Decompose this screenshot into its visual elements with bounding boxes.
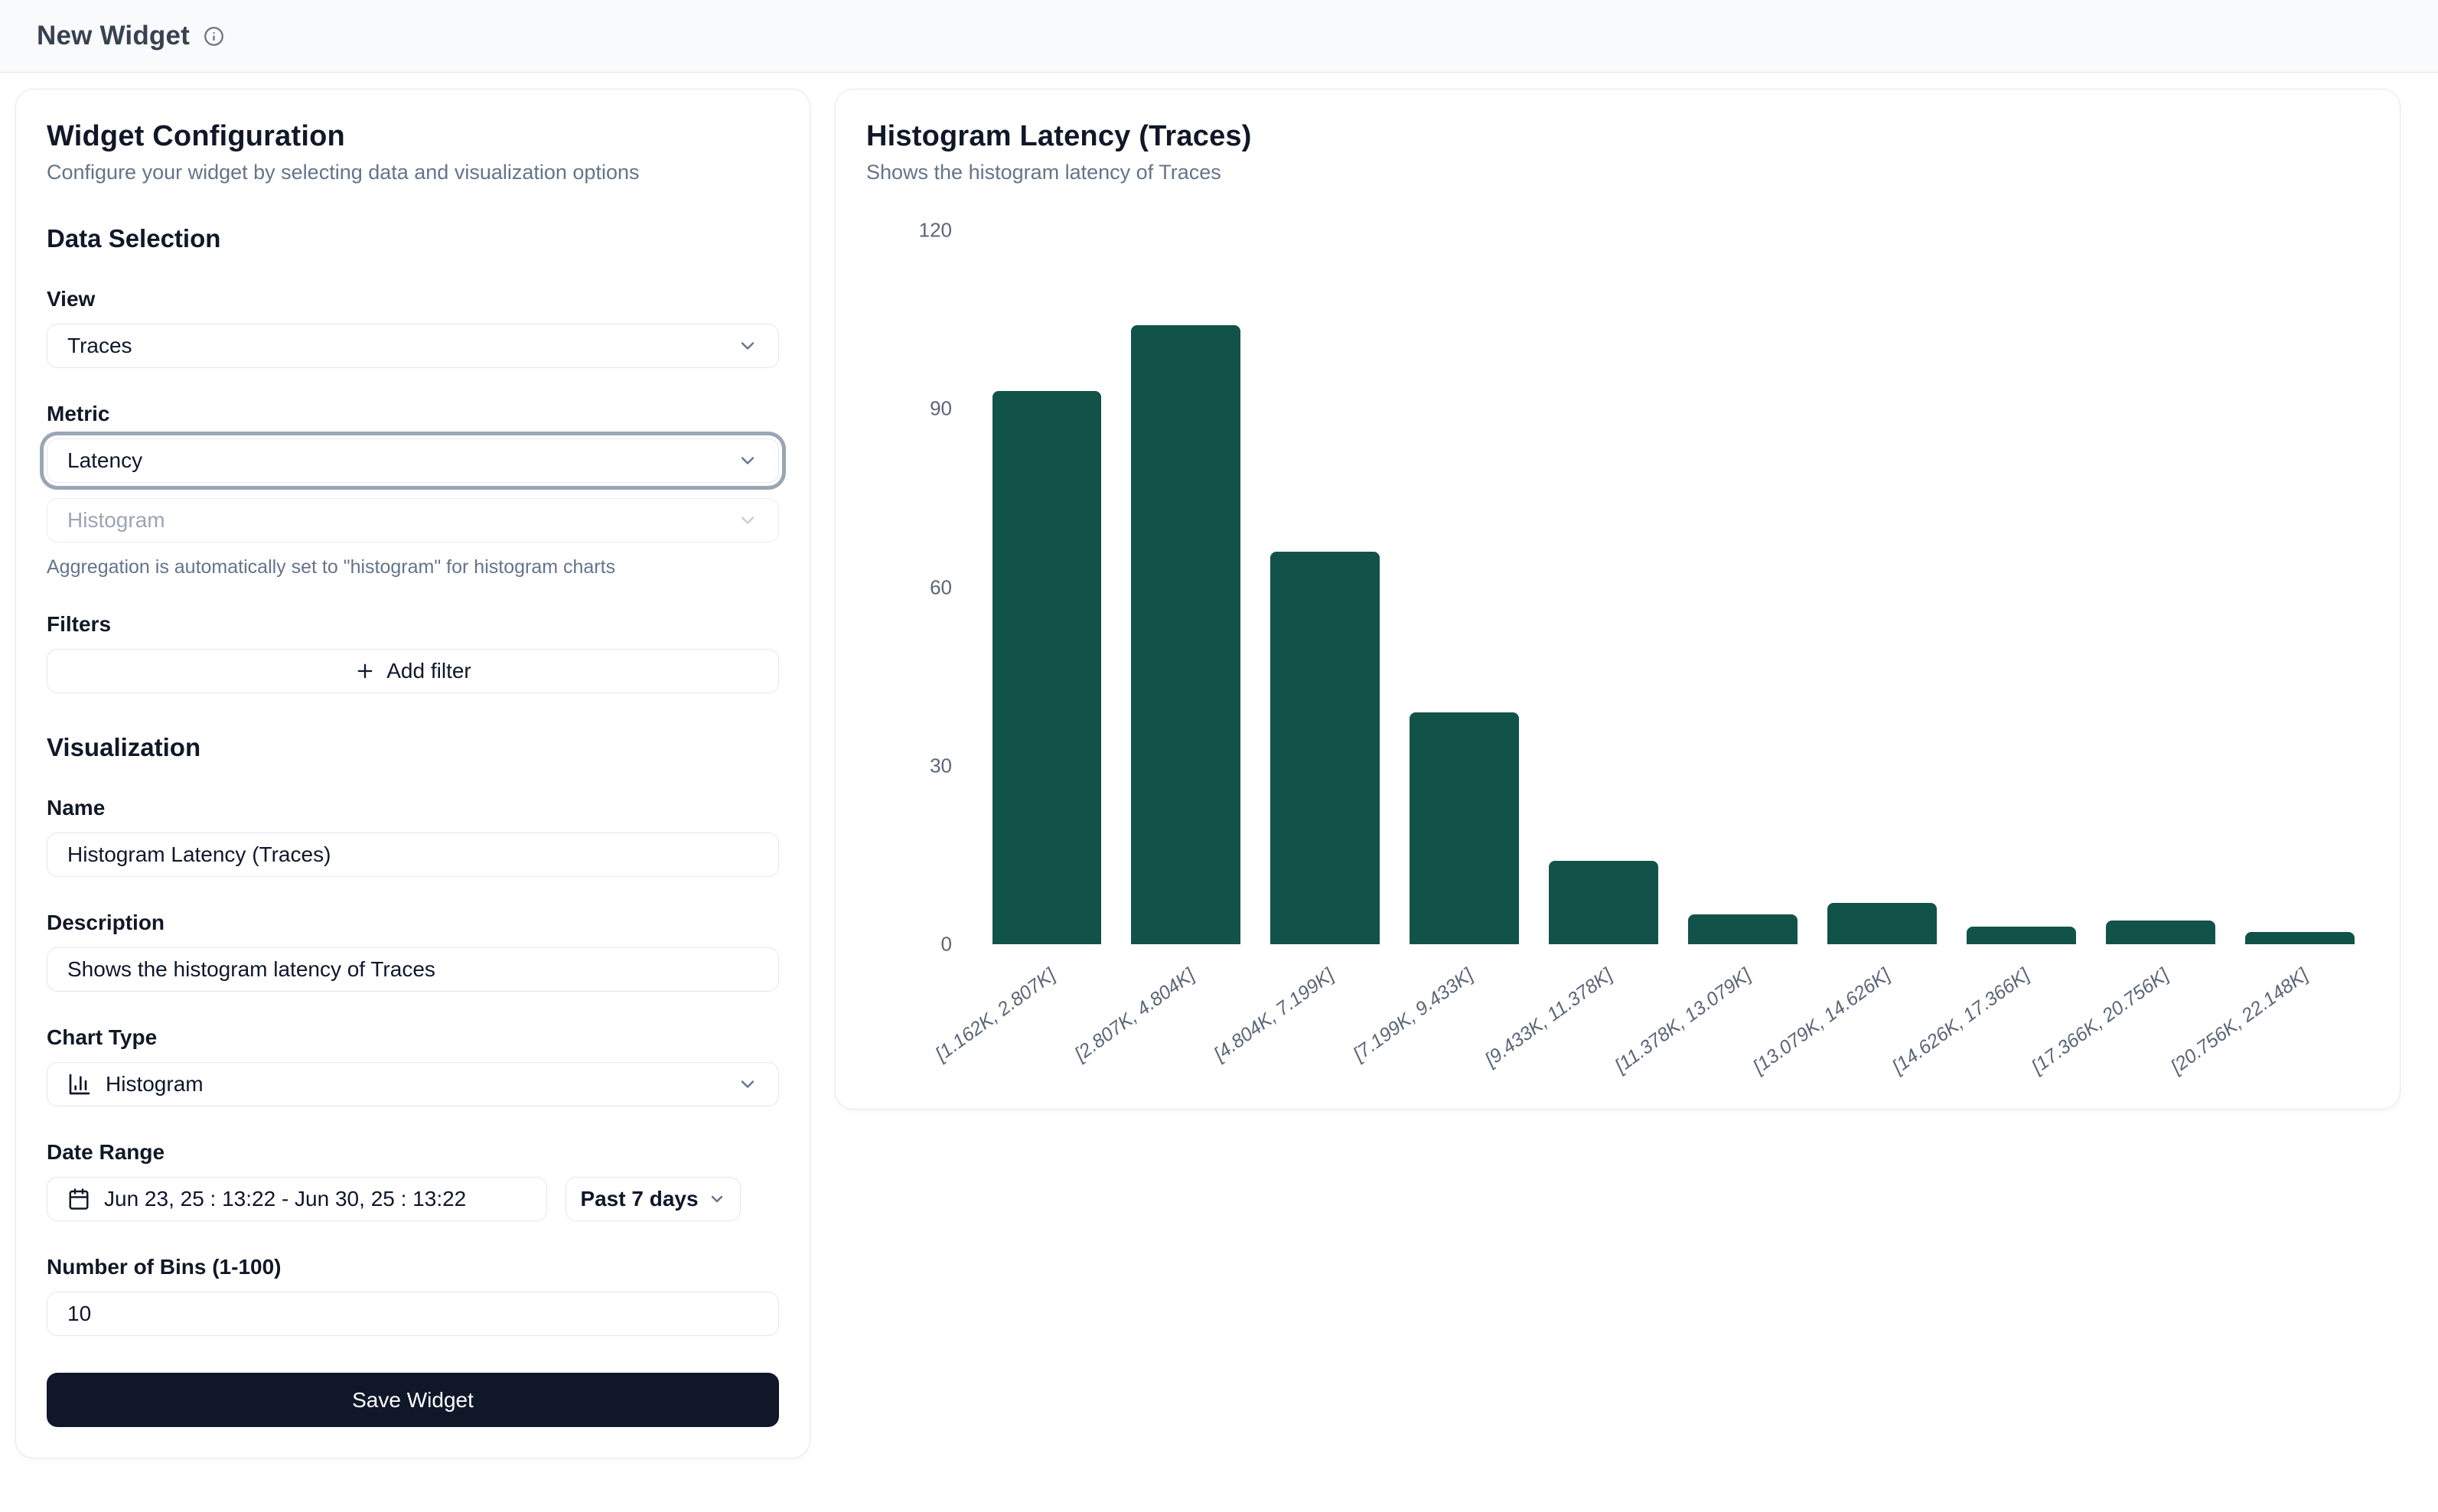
histogram-bar: [2245, 932, 2355, 944]
histogram-bar: [1131, 325, 1240, 944]
y-axis-tick: 120: [919, 219, 952, 243]
preview-card-title: Histogram Latency (Traces): [866, 120, 2369, 153]
view-select[interactable]: Traces: [47, 324, 779, 368]
y-axis-tick: 30: [930, 754, 952, 777]
x-axis-tick: [4.804K, 7.199K]: [1210, 964, 1338, 1066]
plus-icon: [354, 660, 376, 682]
bar-slot: [1674, 230, 1813, 944]
histogram-bar: [1827, 903, 1937, 944]
data-selection-heading: Data Selection: [47, 224, 779, 253]
plot-area: [977, 230, 2369, 944]
y-axis-tick: 0: [941, 933, 952, 956]
bar-chart-icon: [67, 1072, 92, 1097]
bar-slot: [1395, 230, 1534, 944]
calendar-icon: [67, 1188, 90, 1211]
metric-select[interactable]: Latency: [47, 438, 779, 483]
date-preset-button[interactable]: Past 7 days: [565, 1177, 741, 1221]
y-axis-tick: 60: [930, 575, 952, 599]
name-input-value: Histogram Latency (Traces): [67, 842, 758, 867]
histogram-bar: [1967, 927, 2076, 944]
add-filter-button[interactable]: Add filter: [47, 649, 779, 693]
date-preset-value: Past 7 days: [580, 1187, 698, 1211]
description-label: Description: [47, 911, 779, 935]
chart-type-label: Chart Type: [47, 1025, 779, 1050]
bar-slot: [1256, 230, 1395, 944]
date-range-button[interactable]: Jun 23, 25 : 13:22 - Jun 30, 25 : 13:22: [47, 1177, 547, 1221]
chevron-down-icon: [708, 1190, 726, 1208]
x-axis-tick: [9.433K, 11.378K]: [1481, 964, 1616, 1071]
chart-type-select[interactable]: Histogram: [47, 1062, 779, 1106]
bar-slot: [1534, 230, 1674, 944]
y-axis: 0306090120: [866, 230, 952, 944]
histogram-chart: 0306090120 [1.162K, 2.807K][2.807K, 4.80…: [866, 230, 2369, 1078]
date-range-row: Jun 23, 25 : 13:22 - Jun 30, 25 : 13:22 …: [47, 1177, 779, 1221]
page-header: New Widget: [0, 0, 2438, 73]
preview-card-subtitle: Shows the histogram latency of Traces: [866, 161, 2369, 184]
add-filter-label: Add filter: [386, 659, 471, 683]
bins-label: Number of Bins (1-100): [47, 1255, 779, 1279]
chart-type-value: Histogram: [106, 1072, 737, 1097]
widget-preview-card: Histogram Latency (Traces) Shows the his…: [835, 89, 2401, 1110]
page-title: New Widget: [37, 21, 190, 51]
bins-input-value: 10: [67, 1302, 758, 1326]
metric-select-value: Latency: [67, 448, 737, 473]
bins-input[interactable]: 10: [47, 1292, 779, 1336]
histogram-bar: [1270, 552, 1380, 944]
info-icon: [204, 26, 224, 47]
aggregation-select: Histogram: [47, 498, 779, 543]
view-select-value: Traces: [67, 334, 737, 358]
x-axis: [1.162K, 2.807K][2.807K, 4.804K][4.804K,…: [977, 944, 2369, 1078]
aggregation-select-value: Histogram: [67, 508, 737, 533]
metric-label: Metric: [47, 402, 779, 426]
date-range-value: Jun 23, 25 : 13:22 - Jun 30, 25 : 13:22: [104, 1187, 466, 1211]
bar-slot: [1951, 230, 2091, 944]
name-input[interactable]: Histogram Latency (Traces): [47, 833, 779, 877]
main-content: Widget Configuration Configure your widg…: [0, 73, 2438, 1475]
widget-configuration-card: Widget Configuration Configure your widg…: [15, 89, 810, 1458]
description-input[interactable]: Shows the histogram latency of Traces: [47, 947, 779, 992]
chevron-down-icon: [737, 450, 758, 471]
chevron-down-icon: [737, 1074, 758, 1095]
x-axis-tick: [17.366K, 20.756K]: [2028, 964, 2173, 1078]
x-axis-tick: [11.378K, 13.079K]: [1612, 964, 1756, 1077]
histogram-bar: [1410, 712, 1519, 944]
name-label: Name: [47, 796, 779, 820]
x-axis-tick: [2.807K, 4.804K]: [1071, 964, 1199, 1066]
visualization-heading: Visualization: [47, 733, 779, 762]
bar-slot: [2091, 230, 2230, 944]
chevron-down-icon: [737, 335, 758, 357]
bar-slot: [977, 230, 1116, 944]
x-axis-tick: [7.199K, 9.433K]: [1349, 964, 1478, 1066]
config-card-title: Widget Configuration: [47, 120, 779, 153]
x-axis-tick: [14.626K, 17.366K]: [1889, 964, 2034, 1078]
histogram-bar: [1688, 914, 1798, 944]
y-axis-tick: 90: [930, 397, 952, 421]
view-label: View: [47, 287, 779, 311]
config-card-subtitle: Configure your widget by selecting data …: [47, 161, 779, 184]
x-axis-tick: [1.162K, 2.807K]: [931, 964, 1060, 1066]
histogram-bar: [2106, 921, 2215, 944]
bar-slot: [1116, 230, 1256, 944]
bar-slot: [2230, 230, 2369, 944]
chevron-down-icon: [737, 510, 758, 531]
chart-body: 0306090120: [866, 230, 2369, 944]
save-widget-button[interactable]: Save Widget: [47, 1373, 779, 1427]
bar-slot: [1812, 230, 1951, 944]
histogram-bar: [992, 391, 1102, 944]
save-widget-label: Save Widget: [352, 1388, 474, 1413]
x-axis-tick: [20.756K, 22.148K]: [2167, 964, 2313, 1078]
aggregation-note: Aggregation is automatically set to "his…: [47, 556, 779, 578]
date-range-label: Date Range: [47, 1140, 779, 1165]
x-axis-tick: [13.079K, 14.626K]: [1749, 964, 1895, 1078]
histogram-bar: [1549, 861, 1658, 944]
filters-label: Filters: [47, 612, 779, 637]
description-input-value: Shows the histogram latency of Traces: [67, 957, 758, 982]
